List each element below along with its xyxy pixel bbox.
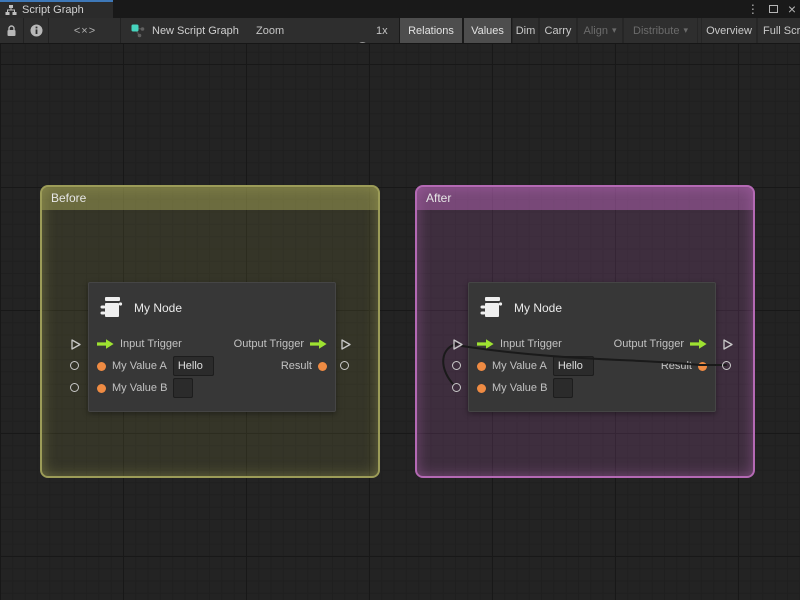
port-row-trigger: Input Trigger Output Trigger [89,333,335,355]
info-icon [30,24,43,37]
ext-value-b-port[interactable] [70,383,79,392]
graph-name-label: New Script Graph [152,25,239,37]
ext-output-trigger-port[interactable] [721,338,734,351]
value-a-input[interactable]: Hello [173,356,214,376]
toolbar: <×> New Script Graph Zoom 1x Relations V… [0,18,800,44]
value-a-port-icon[interactable] [477,362,486,371]
output-trigger-port-icon[interactable] [690,339,707,349]
port-row-trigger: Input Trigger Output Trigger [469,333,715,355]
ext-result-port[interactable] [722,361,731,370]
unit-icon [99,295,125,321]
tab-bar: Script Graph ⋮ × [0,0,800,18]
value-a-input[interactable]: Hello [553,356,594,376]
output-trigger-port-icon[interactable] [310,339,327,349]
value-b-input[interactable] [173,378,193,398]
node-title: My Node [514,301,562,315]
ext-value-b-port[interactable] [452,383,461,392]
port-row-value-b: My Value B [469,377,715,399]
tab-script-graph[interactable]: Script Graph [0,0,113,18]
zoom-value: 1x [376,18,388,43]
value-a-port-icon[interactable] [97,362,106,371]
code-preview-button[interactable]: <×> [50,18,121,43]
value-b-port-icon[interactable] [97,384,106,393]
result-port-icon[interactable] [318,362,327,371]
ext-output-trigger-port[interactable] [339,338,352,351]
tab-title: Script Graph [22,4,84,16]
group-after-header[interactable]: After [417,187,753,210]
port-row-value-a: My Value A Hello Result [469,355,715,377]
values-button[interactable]: Values [463,18,512,43]
unit-icon [479,295,505,321]
result-port-icon[interactable] [698,362,707,371]
node-my-node-before[interactable]: My Node Input Trigger Output Trigger [88,282,336,412]
carry-button[interactable]: Carry [539,18,577,43]
value-b-port-icon[interactable] [477,384,486,393]
port-row-value-b: My Value B [89,377,335,399]
zoom-label: Zoom [256,18,284,43]
ext-value-a-port[interactable] [70,361,79,370]
node-header: My Node [89,283,182,333]
ext-value-a-port[interactable] [452,361,461,370]
align-dropdown[interactable]: Align▾ [577,18,623,43]
padlock-icon [6,25,17,37]
graph-node-icon [131,24,145,38]
inspect-button[interactable] [25,18,49,43]
maximize-icon[interactable] [769,5,778,13]
group-before-header[interactable]: Before [42,187,378,210]
lock-button[interactable] [0,18,24,43]
group-after[interactable]: After My Node Input Trigger [415,185,755,478]
input-trigger-port-icon[interactable] [477,339,494,349]
node-header: My Node [469,283,562,333]
group-before[interactable]: Before My Node Input Trigger [40,185,380,478]
chevron-down-icon: ▾ [683,25,688,36]
node-my-node-after[interactable]: My Node Input Trigger Output Trigger [468,282,716,412]
input-trigger-port-icon[interactable] [97,339,114,349]
value-b-input[interactable] [553,378,573,398]
overview-button[interactable]: Overview [701,18,757,43]
relations-button[interactable]: Relations [399,18,463,43]
window-controls: ⋮ × [747,0,796,18]
graph-canvas[interactable]: Before My Node Input Trigger [0,44,800,600]
ext-result-port[interactable] [340,361,349,370]
full-screen-button[interactable]: Full Screen [757,18,800,43]
node-title: My Node [134,301,182,315]
code-icon: <×> [74,25,96,37]
group-after-title: After [426,191,451,205]
port-row-value-a: My Value A Hello Result [89,355,335,377]
close-icon[interactable]: × [788,0,796,18]
script-graph-window: Script Graph ⋮ × <×> New Script Graph [0,0,800,600]
group-before-title: Before [51,191,86,205]
ext-input-trigger-port[interactable] [69,338,82,351]
dim-button[interactable]: Dim [512,18,539,43]
chevron-down-icon: ▾ [612,25,617,36]
distribute-dropdown[interactable]: Distribute▾ [623,18,698,43]
graph-title-area: New Script Graph [131,18,239,43]
graph-hierarchy-icon [5,4,17,16]
ext-input-trigger-port[interactable] [451,338,464,351]
menu-icon[interactable]: ⋮ [747,0,759,18]
